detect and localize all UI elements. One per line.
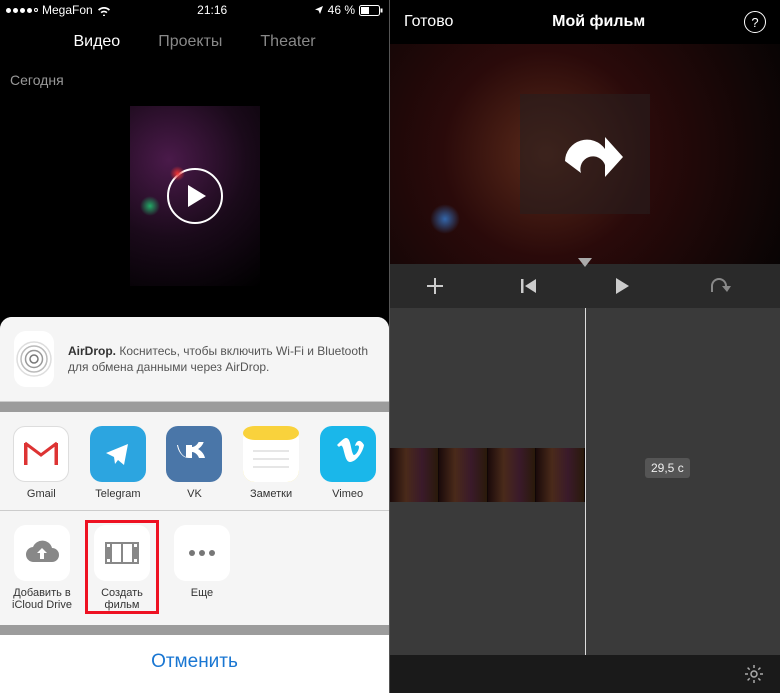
play-icon [167,168,223,224]
phone-screenshot-imovie: Готово Мой фильм ? 29,5 с [390,0,780,693]
help-button[interactable]: ? [744,11,766,33]
airdrop-text: AirDrop. Коснитесь, чтобы включить Wi-Fi… [68,343,375,375]
phone-screenshot-share-sheet: MegaFon 21:16 46 % Видео Проекты Theater… [0,0,390,693]
share-app-notes[interactable]: Заметки [238,426,305,500]
telegram-label: Telegram [95,488,140,500]
rotate-overlay[interactable] [520,94,650,214]
action-icloud-drive[interactable]: Добавить вiCloud Drive [8,525,76,611]
location-icon [314,5,324,15]
video-preview[interactable] [390,44,780,264]
filmstrip-icon [94,525,150,581]
airdrop-icon [14,331,54,387]
create-movie-label: Создатьфильм [101,587,143,611]
share-app-vk[interactable]: VK [161,426,228,500]
airdrop-row[interactable]: AirDrop. Коснитесь, чтобы включить Wi-Fi… [0,317,389,402]
playhead-line[interactable] [585,308,586,655]
battery-icon [359,5,383,16]
vimeo-label: Vimeo [332,488,363,500]
share-apps-row: Gmail Telegram VK Заметки [0,412,389,511]
signal-dots-icon [6,8,38,13]
video-thumbnail[interactable] [130,106,260,286]
carrier-label: MegaFon [42,3,93,17]
more-label: Еще [191,587,213,599]
more-icon [174,525,230,581]
remaining-time-badge: 29,5 с [645,458,690,478]
vimeo-icon [320,426,376,482]
editor-toolbar [390,264,780,308]
video-area [0,106,389,286]
share-app-telegram[interactable]: Telegram [85,426,152,500]
bottom-bar [390,655,780,693]
project-title: Мой фильм [552,13,645,31]
rotate-arrow-icon [545,119,625,189]
tab-theater[interactable]: Theater [260,33,315,51]
share-app-gmail[interactable]: Gmail [8,426,75,500]
cancel-button[interactable]: Отменить [0,635,389,693]
section-today-label: Сегодня [0,64,389,96]
action-more[interactable]: Еще [168,525,236,611]
play-button[interactable] [614,277,650,295]
gmail-icon [13,426,69,482]
cloud-upload-icon [14,525,70,581]
action-create-movie[interactable]: Создатьфильм [88,525,156,611]
gear-icon [744,664,764,684]
tab-projects[interactable]: Проекты [158,33,222,51]
timeline-area[interactable]: 29,5 с [390,308,780,655]
undo-button[interactable] [709,278,745,294]
notes-label: Заметки [250,488,292,500]
add-media-button[interactable] [425,276,461,296]
prev-frame-button[interactable] [520,278,556,294]
status-bar: MegaFon 21:16 46 % [0,0,389,20]
top-tabs: Видео Проекты Theater [0,20,389,64]
settings-button[interactable] [744,664,764,684]
vk-icon [166,426,222,482]
gmail-label: Gmail [27,488,56,500]
share-app-vimeo[interactable]: Vimeo [314,426,381,500]
telegram-icon [90,426,146,482]
wifi-icon [97,5,111,16]
status-time: 21:16 [197,3,227,17]
editor-header: Готово Мой фильм ? [390,0,780,44]
icloud-label: Добавить вiCloud Drive [12,587,72,611]
battery-percent: 46 % [328,3,355,17]
notes-icon [243,426,299,482]
vk-label: VK [187,488,202,500]
playhead-marker-icon [578,258,592,267]
tab-video[interactable]: Видео [73,33,120,51]
clip-strip[interactable] [390,448,585,502]
done-button[interactable]: Готово [404,13,453,31]
share-actions-row: Добавить вiCloud Drive Создатьфильм Еще [0,511,389,625]
